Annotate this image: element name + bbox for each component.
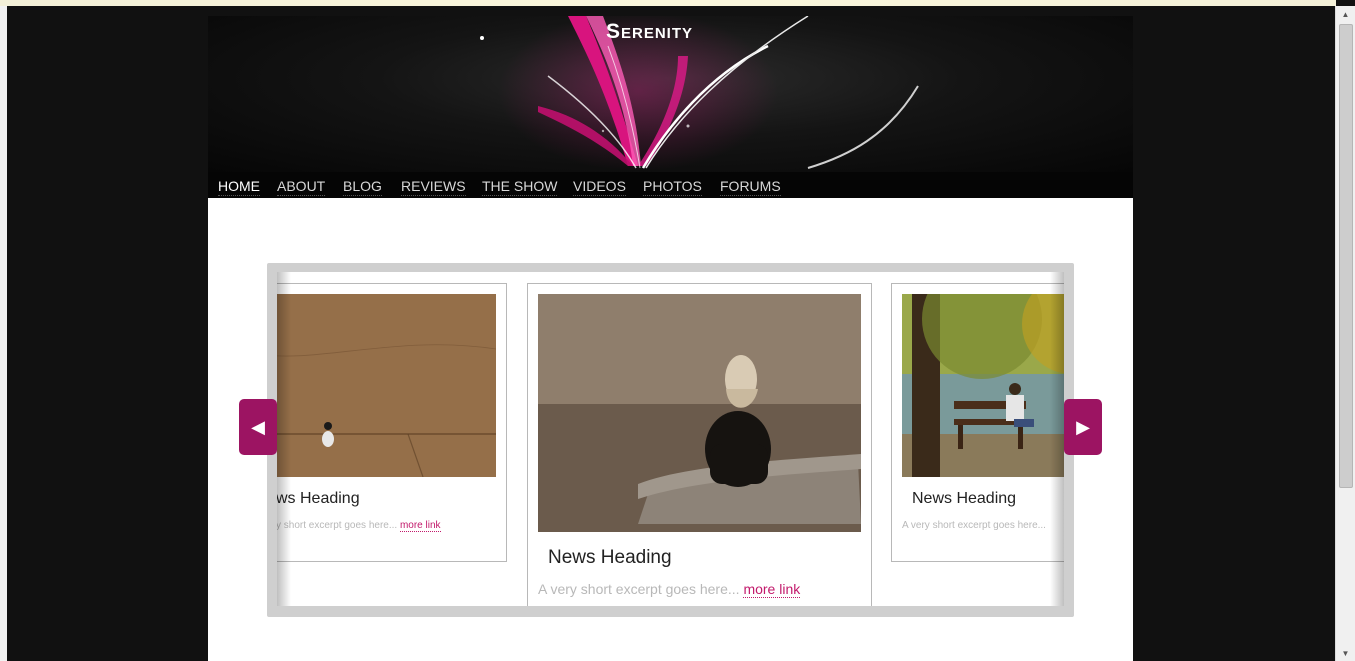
vertical-scrollbar[interactable]: ▲ ▼ <box>1335 6 1355 661</box>
chevron-right-icon: ▶ <box>1076 417 1090 437</box>
man-on-park-bench-photo[interactable] <box>902 294 1064 477</box>
woman-on-bench-photo[interactable] <box>538 294 861 532</box>
carousel-shade-right <box>1050 272 1064 606</box>
more-link[interactable]: more link <box>399 520 441 532</box>
nav-item-forums[interactable]: FORUMS <box>720 178 781 196</box>
card-excerpt: A very short excerpt goes here... more l… <box>538 581 801 598</box>
nav-item-reviews[interactable]: REVIEWS <box>401 178 466 196</box>
news-card[interactable]: News Heading A very short excerpt goes h… <box>891 283 1064 562</box>
scroll-down-icon[interactable]: ▼ <box>1336 645 1355 661</box>
carousel-shade-left <box>277 272 291 606</box>
scroll-up-icon[interactable]: ▲ <box>1336 6 1355 22</box>
carousel-next-button[interactable]: ▶ <box>1064 399 1102 455</box>
child-on-floor-photo[interactable] <box>277 294 496 477</box>
browser-top-strip <box>0 0 1336 6</box>
card-excerpt: A very short excerpt goes here... <box>902 520 1046 531</box>
card-heading: News Heading <box>912 490 1017 507</box>
carousel-prev-button[interactable]: ◀ <box>239 399 277 455</box>
site-title[interactable]: Serenity <box>606 20 693 44</box>
nav-item-photos[interactable]: PHOTOS <box>643 178 702 196</box>
page-container: Serenity HOME ABOUT BLOG REVIEWS THE SHO… <box>208 16 1133 661</box>
news-card-featured[interactable]: News Heading A very short excerpt goes h… <box>527 283 872 606</box>
excerpt-text: A very short excerpt goes here... <box>538 581 740 597</box>
news-card[interactable]: ws Heading y short excerpt goes here... … <box>277 283 507 562</box>
scrollbar-thumb[interactable] <box>1339 24 1353 488</box>
more-link[interactable]: more link <box>743 581 801 598</box>
card-heading: News Heading <box>548 547 672 568</box>
nav-item-videos[interactable]: VIDEOS <box>573 178 626 196</box>
window-edge <box>0 6 7 661</box>
card-excerpt: y short excerpt goes here... more link <box>277 520 441 532</box>
carousel-viewport: ws Heading y short excerpt goes here... … <box>277 272 1064 606</box>
nav-item-home[interactable]: HOME <box>218 178 260 196</box>
nav-item-blog[interactable]: BLOG <box>343 178 382 196</box>
excerpt-text: y short excerpt goes here... <box>277 520 398 531</box>
nav-item-the-show[interactable]: THE SHOW <box>482 178 558 196</box>
site-header-banner: Serenity <box>208 16 1133 172</box>
main-navigation: HOME ABOUT BLOG REVIEWS THE SHOW VIDEOS … <box>208 172 1133 198</box>
chevron-left-icon: ◀ <box>251 417 265 437</box>
news-carousel: ws Heading y short excerpt goes here... … <box>267 263 1074 617</box>
nav-item-about[interactable]: ABOUT <box>277 178 326 196</box>
